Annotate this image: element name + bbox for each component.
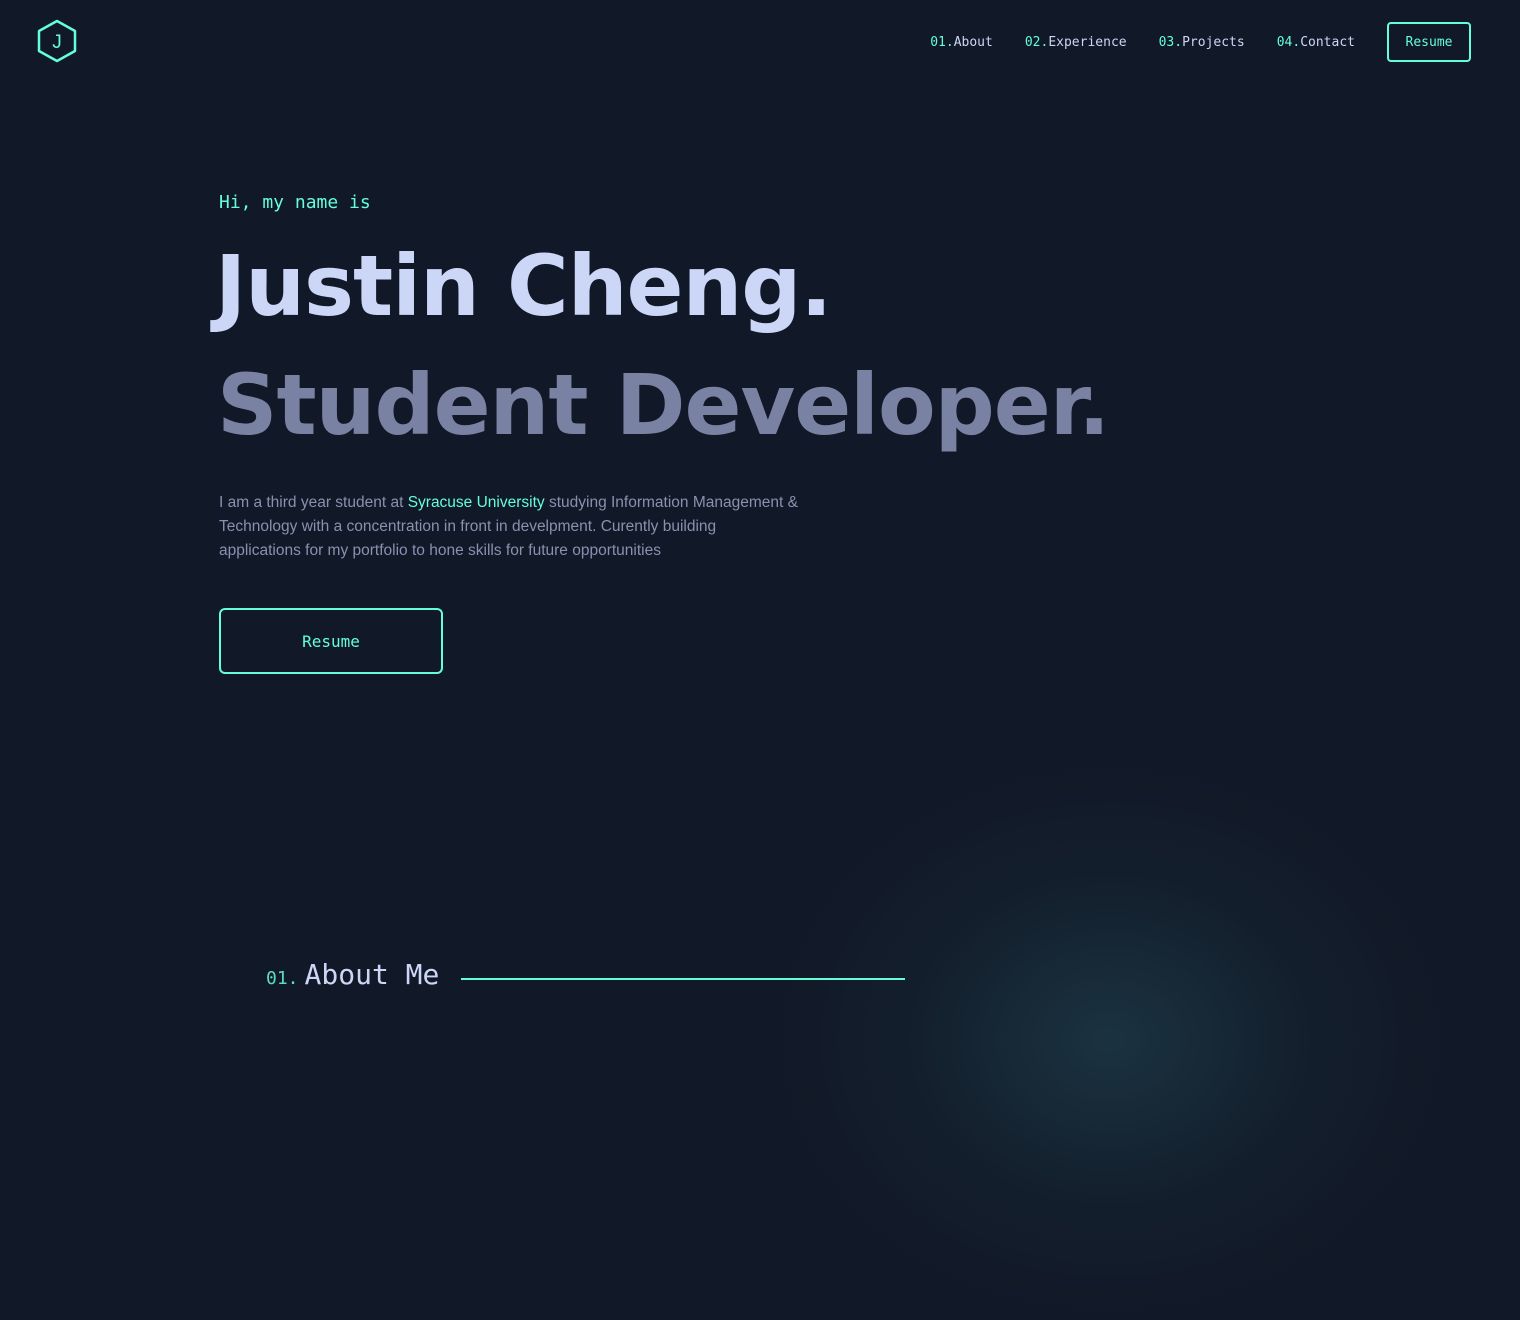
nav-item-experience[interactable]: 02.Experience xyxy=(1025,35,1127,50)
nav-item-label: Projects xyxy=(1182,34,1245,50)
nav-item-number: 04. xyxy=(1276,34,1301,50)
nav-item-projects[interactable]: 03.Projects xyxy=(1159,35,1245,50)
about-section-number: 01. xyxy=(266,968,299,989)
nav-resume-button[interactable]: Resume xyxy=(1387,22,1471,62)
nav-item-label: Experience xyxy=(1048,34,1127,50)
about-section-title: About Me xyxy=(304,958,440,991)
hero-greeting: Hi, my name is xyxy=(219,192,371,213)
nav-item-label: About xyxy=(953,34,993,50)
hero-role: Student Developer. xyxy=(217,356,1110,454)
hero-resume-button[interactable]: Resume xyxy=(219,608,443,674)
nav-item-number: 03. xyxy=(1158,34,1183,50)
hero-description: I am a third year student at Syracuse Un… xyxy=(219,491,799,563)
logo-hexagon-icon[interactable]: J xyxy=(36,19,78,63)
logo-letter: J xyxy=(52,32,62,53)
nav-item-label: Contact xyxy=(1300,34,1355,50)
nav-item-number: 01. xyxy=(930,34,954,50)
nav-item-number: 02. xyxy=(1024,34,1049,50)
about-section-heading: 01. About Me xyxy=(266,958,439,991)
nav-item-contact[interactable]: 04.Contact xyxy=(1277,35,1355,50)
background-glow xyxy=(770,760,1450,1320)
main-nav: 01.About 02.Experience 03.Projects 04.Co… xyxy=(930,22,1471,62)
hero-name: Justin Cheng. xyxy=(215,237,832,335)
hero-description-text: I am a third year student at xyxy=(219,494,408,511)
about-heading-divider xyxy=(461,978,905,980)
nav-item-about[interactable]: 01.About xyxy=(930,35,993,50)
university-link[interactable]: Syracuse University xyxy=(408,494,545,511)
